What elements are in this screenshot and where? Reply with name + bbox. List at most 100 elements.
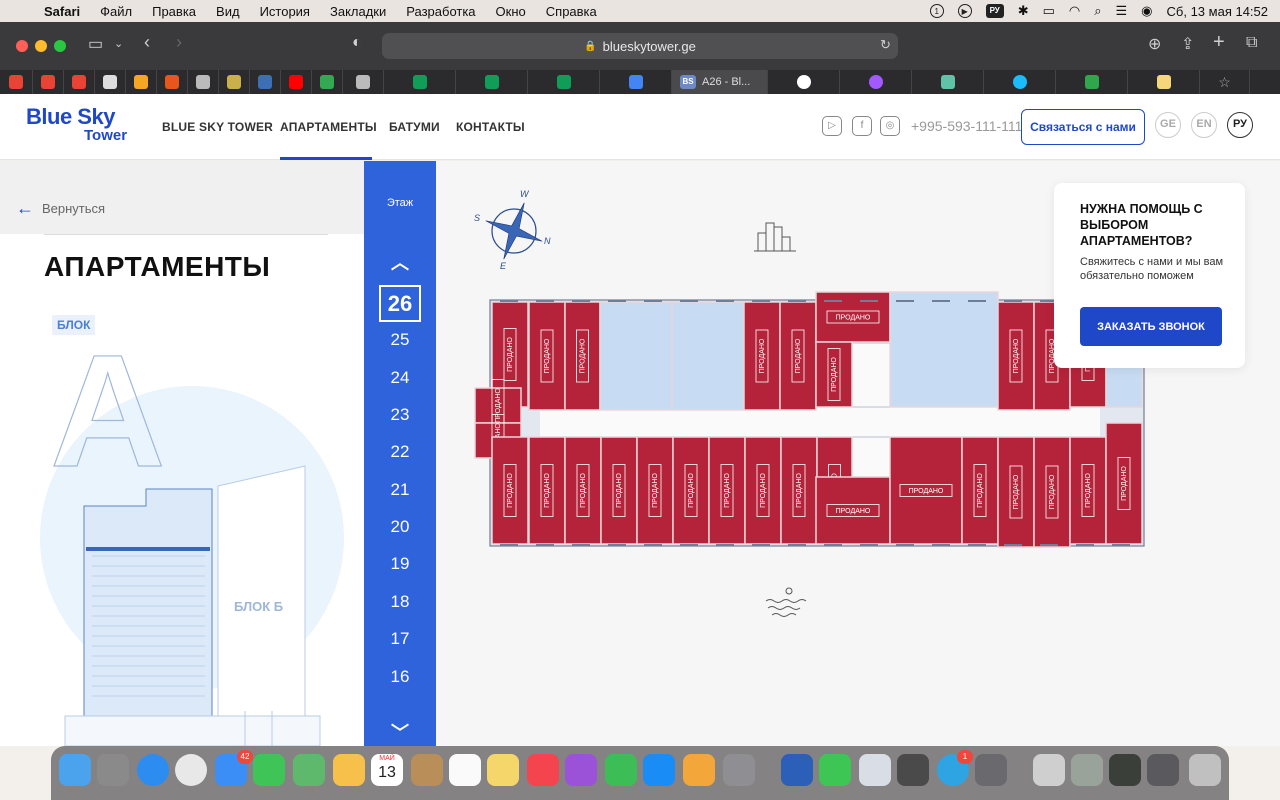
preview-icon[interactable] (859, 754, 891, 786)
menu-develop[interactable]: Разработка (406, 4, 475, 19)
zoom-window-button[interactable] (54, 40, 66, 52)
contact-us-button[interactable]: Связаться с нами (1021, 109, 1145, 145)
menu-bookmarks[interactable]: Закладки (330, 4, 386, 19)
tab-sheets-3[interactable] (528, 70, 600, 94)
floor-item[interactable]: 23 (364, 405, 436, 425)
tab-figma-1[interactable] (840, 70, 912, 94)
podcasts-icon[interactable] (565, 754, 597, 786)
recent-file-icon[interactable] (1109, 754, 1141, 786)
phone-number[interactable]: +995-593-111-111 (911, 118, 1022, 134)
tab-7[interactable] (188, 70, 219, 94)
apartment-available[interactable] (599, 301, 673, 411)
tab-12[interactable] (343, 70, 384, 94)
finder-icon[interactable] (59, 754, 91, 786)
tab-active-bluesky[interactable]: BS A26 - Bl... (672, 70, 768, 94)
privacy-shield-icon[interactable]: ◐ (352, 34, 362, 52)
word-icon[interactable] (781, 754, 813, 786)
nav-blue-sky-tower[interactable]: BLUE SKY TOWER (162, 120, 273, 134)
whatsapp-icon[interactable] (819, 754, 851, 786)
tab-8[interactable] (219, 70, 250, 94)
block-a-tower[interactable] (83, 488, 213, 717)
tab-gmail-1[interactable] (0, 70, 33, 94)
block-b-tower[interactable] (217, 465, 306, 717)
tab-sheets-2[interactable] (456, 70, 528, 94)
tab-figma-2[interactable] (984, 70, 1056, 94)
maps-icon[interactable] (293, 754, 325, 786)
tab-6[interactable] (157, 70, 188, 94)
downloads-stack-icon[interactable] (1033, 754, 1065, 786)
bluetooth-icon[interactable]: ✱ (1018, 3, 1029, 19)
pages-icon[interactable] (683, 754, 715, 786)
address-bar[interactable]: 🔒 blueskytower.ge (382, 33, 898, 59)
menu-app-safari[interactable]: Safari (44, 4, 80, 19)
tab-20[interactable] (912, 70, 984, 94)
siri-icon[interactable]: ◉ (1141, 3, 1152, 19)
tab-9[interactable] (250, 70, 281, 94)
menu-history[interactable]: История (260, 4, 310, 19)
back-icon[interactable]: ‹ (144, 32, 150, 53)
new-tab-icon[interactable]: + (1213, 31, 1225, 54)
recent-file-icon[interactable] (1071, 754, 1103, 786)
sidebar-toggle-icon[interactable]: ▭ (88, 34, 103, 54)
tab-google[interactable] (768, 70, 840, 94)
block-b-label[interactable]: БЛОК Б (234, 599, 283, 614)
floor-down-chevron-icon[interactable]: ﹀ (388, 719, 412, 745)
reminders-icon[interactable] (449, 754, 481, 786)
system-settings-icon[interactable] (723, 754, 755, 786)
forward-icon[interactable]: › (176, 32, 182, 53)
block-a-tag[interactable]: БЛОК (52, 315, 96, 335)
menubar-clock[interactable]: Сб, 13 мая 14:52 (1167, 4, 1268, 19)
numbers-icon[interactable] (605, 754, 637, 786)
floor-item[interactable]: 17 (364, 629, 436, 649)
floor-item[interactable]: 16 (364, 667, 436, 687)
instagram-social-icon[interactable]: ◎ (880, 116, 900, 136)
tab-5[interactable] (126, 70, 157, 94)
spotlight-search-icon[interactable]: ⌕ (1094, 3, 1101, 19)
apartment-available[interactable] (889, 291, 999, 408)
share-icon[interactable]: ⇪ (1181, 34, 1194, 54)
floor-item[interactable]: 20 (364, 517, 436, 537)
youtube-social-icon[interactable]: ▷ (822, 116, 842, 136)
floor-item[interactable]: 19 (364, 554, 436, 574)
status-icon[interactable]: 1 (929, 4, 944, 18)
floor-item[interactable]: 22 (364, 442, 436, 462)
contacts-icon[interactable] (411, 754, 443, 786)
calendar-icon[interactable]: МАЙ 13 (371, 754, 403, 786)
chrome-icon[interactable] (175, 754, 207, 786)
tab-gmail-3[interactable] (64, 70, 95, 94)
trash-icon[interactable] (1189, 754, 1221, 786)
menu-view[interactable]: Вид (216, 4, 240, 19)
floor-item[interactable]: 24 (364, 368, 436, 388)
app-store-icon[interactable] (643, 754, 675, 786)
lang-en[interactable]: EN (1191, 112, 1217, 138)
battery-icon[interactable]: ▭ (1043, 3, 1055, 19)
lang-ru[interactable]: РУ (1227, 112, 1253, 138)
calculator-icon[interactable] (975, 754, 1007, 786)
reload-icon[interactable]: ↻ (880, 37, 891, 53)
bookmark-star-icon[interactable]: ☆ (1200, 70, 1250, 94)
tab-gmail-2[interactable] (33, 70, 64, 94)
wifi-icon[interactable]: ◠ (1069, 3, 1080, 19)
downloads-icon[interactable]: ⊕ (1148, 34, 1161, 54)
facebook-social-icon[interactable]: f (852, 116, 872, 136)
lang-ge[interactable]: GE (1155, 112, 1181, 138)
building-illustration[interactable]: A (0, 161, 364, 746)
floor-current[interactable]: 26 (379, 285, 421, 322)
minimize-window-button[interactable] (35, 40, 47, 52)
messages-icon[interactable] (253, 754, 285, 786)
tab-drive[interactable] (312, 70, 343, 94)
nav-contacts[interactable]: КОНТАКТЫ (456, 120, 525, 134)
blue-sky-logo[interactable]: Blue Sky Tower (26, 106, 127, 144)
sidebar-chevron-icon[interactable]: ⌄ (114, 37, 123, 50)
nav-batumi[interactable]: БАТУМИ (389, 120, 440, 134)
tab-sheets-1[interactable] (384, 70, 456, 94)
apartment-available[interactable] (671, 301, 745, 411)
tab-4[interactable] (95, 70, 126, 94)
close-window-button[interactable] (16, 40, 28, 52)
nav-apartments[interactable]: АПАРТАМЕНТЫ (280, 120, 377, 134)
tab-home[interactable] (1056, 70, 1128, 94)
menu-edit[interactable]: Правка (152, 4, 196, 19)
keychain-icon[interactable] (897, 754, 929, 786)
music-icon[interactable] (527, 754, 559, 786)
photos-icon[interactable] (333, 754, 365, 786)
